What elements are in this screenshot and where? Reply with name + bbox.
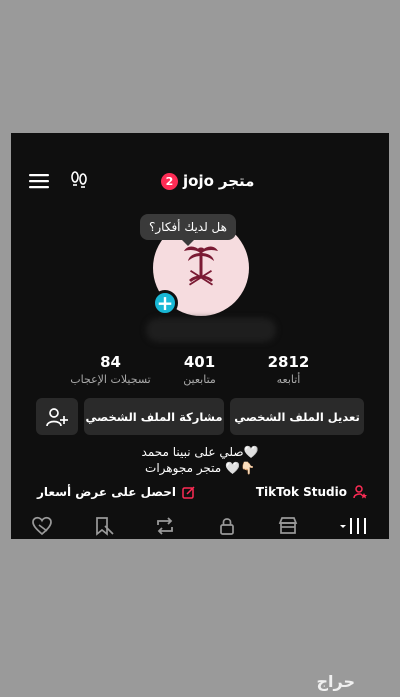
bio-line-2: متجر مجوهرات 🤍👇🏻: [145, 461, 255, 475]
likes-stat[interactable]: 84 تسجيلات الإعجاب: [63, 353, 158, 386]
price-offer-link[interactable]: احصل على عرض أسعار: [37, 485, 195, 499]
likes-count: 84: [100, 353, 121, 371]
store-word: متجر: [218, 172, 255, 190]
add-friend-button[interactable]: [36, 398, 78, 435]
following-label: أتابعه: [276, 373, 301, 386]
user-star-icon: [353, 485, 367, 499]
tab-private[interactable]: [216, 516, 238, 536]
share-profile-button[interactable]: مشاركة الملف الشخصي: [84, 398, 224, 435]
tab-reposts[interactable]: [154, 516, 176, 536]
edit-profile-button[interactable]: تعديل الملف الشخصي: [230, 398, 364, 435]
likes-label: تسجيلات الإعجاب: [70, 373, 151, 386]
followers-stat[interactable]: 401 متابعين: [152, 353, 247, 386]
followers-count: 401: [183, 353, 216, 371]
price-offer-label: احصل على عرض أسعار: [37, 485, 176, 499]
tiktok-studio-link[interactable]: TikTok Studio: [256, 485, 367, 499]
tab-liked[interactable]: [31, 516, 53, 536]
following-stat[interactable]: 2812 أتابعه: [241, 353, 336, 386]
followers-label: متابعين: [183, 373, 216, 386]
blurred-username: [146, 318, 276, 342]
lock-icon: [219, 518, 234, 535]
bio-line-1: صلي على نبينا محمد🤍: [141, 445, 259, 459]
bookmark-icon: [95, 517, 114, 536]
footprints-icon[interactable]: [69, 170, 89, 194]
add-friend-icon: [46, 407, 68, 426]
following-count: 2812: [267, 353, 310, 371]
repost-icon: [157, 517, 174, 535]
ideas-tooltip[interactable]: هل لديك أفكار؟: [140, 214, 236, 246]
tiktok-profile-screen: 2 jojo متجر + هل لديك أفكار؟ 2812 أتابعه…: [11, 133, 389, 539]
profile-tabs: [31, 515, 369, 537]
grid-icon: [339, 518, 366, 534]
account-name: jojo: [183, 172, 214, 190]
shop-icon: [279, 517, 298, 534]
links-row: احصل على عرض أسعار TikTok Studio: [37, 483, 367, 501]
menu-icon[interactable]: [29, 173, 49, 193]
notification-badge: 2: [161, 172, 178, 190]
haraj-watermark: حراج: [316, 672, 355, 691]
liked-icon: [32, 516, 52, 536]
tab-shop[interactable]: [277, 516, 299, 536]
account-switcher[interactable]: 2 jojo متجر: [161, 171, 254, 191]
tab-videos[interactable]: [339, 516, 369, 536]
tab-bookmarks[interactable]: [93, 516, 115, 536]
add-avatar-button[interactable]: +: [152, 290, 178, 316]
studio-label: TikTok Studio: [255, 485, 347, 499]
external-edit-icon: [182, 485, 195, 499]
